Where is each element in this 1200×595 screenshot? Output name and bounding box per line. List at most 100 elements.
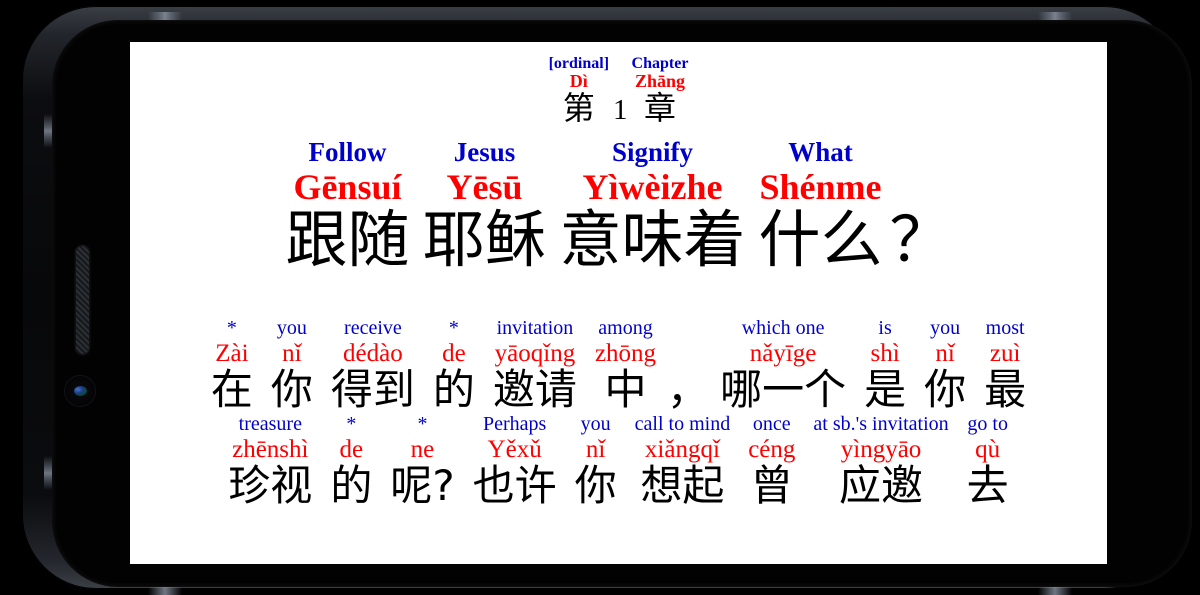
word-pinyin: qù	[975, 435, 1001, 463]
word-gloss: you	[276, 316, 307, 339]
chapter-hanzi: 第	[562, 88, 595, 127]
body-line: * Zài 在 you nǐ 你 receive dédào 得到 * de 的…	[140, 318, 1097, 412]
chapter-pinyin: Zhāng	[634, 71, 685, 92]
word-hanzi: 去	[966, 460, 1009, 510]
word-column: among zhōng 中	[586, 318, 665, 412]
title-pinyin: Gēnsuí	[293, 166, 402, 207]
phone-screen[interactable]: [ordinal] Dì 第 1 Chapter Zhāng 章 Follow …	[130, 42, 1107, 564]
word-pinyin: nǎyīge	[749, 339, 817, 367]
word-gloss: most	[985, 316, 1025, 339]
word-hanzi: 在	[210, 364, 253, 414]
chapter-gloss: Chapter	[631, 55, 689, 72]
chapter-column: 1	[613, 94, 628, 126]
title-pinyin: Yìwèizhe	[582, 166, 723, 207]
phone-device-frame: [ordinal] Dì 第 1 Chapter Zhāng 章 Follow …	[22, 6, 1192, 595]
word-hanzi: 你	[574, 460, 617, 510]
word-hanzi: 曾	[750, 460, 793, 510]
word-column: invitation yāoqǐng 邀请	[484, 318, 586, 412]
word-gloss: call to mind	[634, 412, 731, 435]
word-column: you nǐ 你	[566, 414, 626, 508]
word-gloss: *	[346, 412, 357, 435]
title-column: What Shénme 什么	[758, 136, 883, 276]
word-hanzi: 你	[270, 364, 313, 414]
word-gloss: go to	[967, 412, 1008, 435]
word-column: you nǐ 你	[915, 318, 975, 412]
title-hanzi: 什么	[758, 202, 883, 276]
chapter-column: Chapter Zhāng 章	[631, 55, 689, 127]
title-hanzi: 跟随	[285, 202, 410, 276]
word-gloss: treasure	[238, 412, 302, 435]
word-pinyin: shì	[870, 339, 900, 367]
camera-lens-icon	[74, 386, 87, 396]
word-pinyin: Yěxǔ	[487, 435, 542, 463]
antenna-band-bottom-left	[148, 586, 182, 595]
chapter-gloss: [ordinal]	[548, 55, 610, 72]
word-pinyin: nǐ	[282, 339, 302, 367]
word-hanzi: 最	[984, 364, 1027, 414]
word-pinyin: yìngyāo	[840, 435, 922, 463]
word-pinyin: zhōng	[594, 339, 657, 367]
word-hanzi: 你	[924, 364, 967, 414]
word-gloss: *	[417, 412, 428, 435]
chapter-hanzi: 章	[643, 88, 676, 127]
word-column: receive dédào 得到	[322, 318, 424, 412]
word-column: ，	[665, 363, 711, 412]
word-gloss: which one	[741, 316, 825, 339]
word-column: treasure zhēnshì 珍视	[219, 414, 321, 508]
word-column: * de 的	[321, 414, 381, 508]
word-column: most zuì 最	[975, 318, 1035, 412]
word-column: at sb.'s invitation yìngyāo 应邀	[804, 414, 957, 508]
word-column: once céng 曾	[739, 414, 804, 508]
word-pinyin: de	[339, 435, 364, 463]
word-hanzi: 呢?	[390, 460, 455, 510]
chapter-number: 1	[613, 94, 628, 127]
chapter-heading: [ordinal] Dì 第 1 Chapter Zhāng 章	[130, 55, 1107, 127]
word-hanzi: 哪一个	[720, 364, 847, 414]
word-pinyin: dédào	[343, 339, 403, 367]
title-gloss: What	[788, 136, 853, 167]
word-column: you nǐ 你	[262, 318, 322, 412]
word-hanzi: 的	[432, 364, 475, 414]
word-hanzi: 中	[604, 364, 647, 414]
title-hanzi: 耶稣	[422, 202, 547, 276]
title-pinyin: Yēsū	[446, 166, 523, 207]
word-gloss: is	[878, 316, 892, 339]
word-gloss: *	[448, 316, 459, 339]
word-gloss: Perhaps	[482, 412, 547, 435]
title-hanzi: 意味着	[559, 202, 746, 276]
word-gloss: at sb.'s invitation	[813, 412, 949, 435]
word-gloss: receive	[344, 316, 402, 339]
word-punctuation: ，	[667, 364, 710, 414]
word-hanzi: 珍视	[228, 460, 313, 510]
chapter-pinyin: Dì	[569, 71, 588, 92]
title-column: Jesus Yēsū 耶稣	[422, 136, 547, 276]
word-gloss: among	[598, 316, 653, 339]
title-gloss: Jesus	[453, 136, 516, 167]
earpiece-speaker-grille	[76, 246, 89, 354]
word-gloss: invitation	[496, 316, 574, 339]
body-line: treasure zhēnshì 珍视 * de 的 * ne 呢? Perha…	[140, 414, 1097, 508]
title-column: Follow Gēnsuí 跟随	[285, 136, 410, 276]
word-column: * ne 呢?	[381, 414, 463, 508]
word-gloss: you	[580, 412, 611, 435]
word-pinyin: nǐ	[585, 435, 606, 463]
word-hanzi: 的	[330, 460, 373, 510]
chapter-column: [ordinal] Dì 第	[548, 55, 610, 127]
word-column: Perhaps Yěxǔ 也许	[464, 414, 566, 508]
word-gloss: *	[226, 316, 237, 339]
word-column: is shì 是	[855, 318, 915, 412]
word-pinyin: zuì	[989, 339, 1021, 367]
title-gloss: Signify	[611, 136, 693, 167]
word-hanzi: 邀请	[492, 364, 577, 414]
title-punctuation: ？	[889, 202, 952, 276]
title-gloss: Follow	[308, 136, 387, 167]
word-pinyin: zhēnshì	[232, 435, 309, 463]
word-hanzi: 也许	[472, 460, 557, 510]
title-column: ？	[889, 202, 952, 276]
title-column: Signify Yìwèizhe 意味着	[559, 136, 746, 276]
body-text: * Zài 在 you nǐ 你 receive dédào 得到 * de 的…	[130, 318, 1107, 509]
word-column: call to mind xiǎngqǐ 想起	[626, 414, 740, 508]
title-pinyin: Shénme	[759, 166, 882, 207]
word-column: * de 的	[424, 318, 484, 412]
word-pinyin: Zài	[215, 339, 249, 367]
